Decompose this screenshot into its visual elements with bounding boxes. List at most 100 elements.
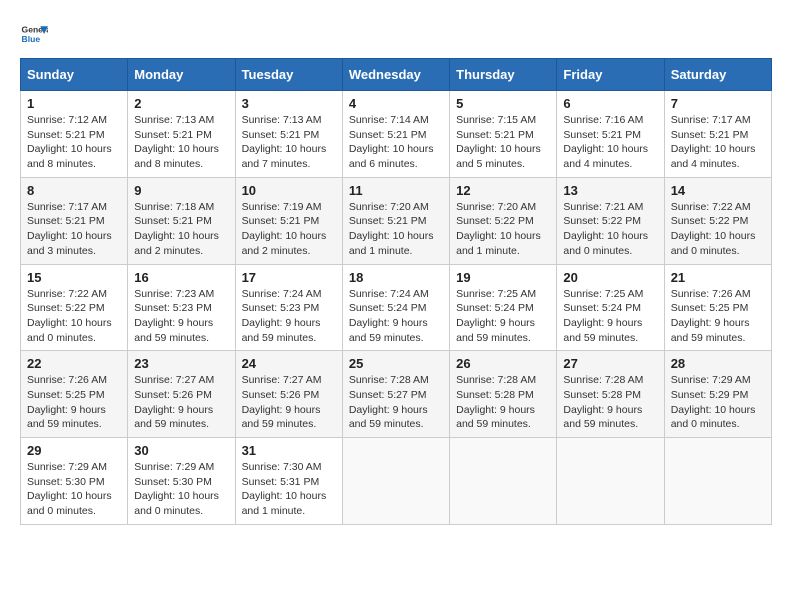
calendar-cell [342,438,449,525]
daylight-label: Daylight: 9 hours and 59 minutes. [349,317,428,344]
calendar-cell: 14 Sunrise: 7:22 AM Sunset: 5:22 PM Dayl… [664,177,771,264]
day-info: Sunrise: 7:28 AM Sunset: 5:28 PM Dayligh… [563,373,657,432]
sunrise-label: Sunrise: 7:28 AM [563,374,643,386]
sunset-label: Sunset: 5:24 PM [563,302,641,314]
week-row-4: 22 Sunrise: 7:26 AM Sunset: 5:25 PM Dayl… [21,351,772,438]
day-info: Sunrise: 7:24 AM Sunset: 5:24 PM Dayligh… [349,287,443,346]
calendar-cell: 8 Sunrise: 7:17 AM Sunset: 5:21 PM Dayli… [21,177,128,264]
sunrise-label: Sunrise: 7:25 AM [456,288,536,300]
sunrise-label: Sunrise: 7:22 AM [671,201,751,213]
day-header-monday: Monday [128,59,235,91]
daylight-label: Daylight: 10 hours and 3 minutes. [27,230,112,257]
day-number: 2 [134,96,228,111]
day-number: 11 [349,183,443,198]
sunset-label: Sunset: 5:21 PM [349,129,427,141]
day-info: Sunrise: 7:22 AM Sunset: 5:22 PM Dayligh… [27,287,121,346]
calendar-cell: 21 Sunrise: 7:26 AM Sunset: 5:25 PM Dayl… [664,264,771,351]
sunset-label: Sunset: 5:21 PM [134,129,212,141]
sunrise-label: Sunrise: 7:27 AM [134,374,214,386]
daylight-label: Daylight: 9 hours and 59 minutes. [134,317,213,344]
day-number: 29 [27,443,121,458]
day-number: 26 [456,356,550,371]
calendar-cell: 9 Sunrise: 7:18 AM Sunset: 5:21 PM Dayli… [128,177,235,264]
day-header-friday: Friday [557,59,664,91]
calendar-cell: 17 Sunrise: 7:24 AM Sunset: 5:23 PM Dayl… [235,264,342,351]
daylight-label: Daylight: 10 hours and 1 minute. [456,230,541,257]
calendar-body: 1 Sunrise: 7:12 AM Sunset: 5:21 PM Dayli… [21,91,772,525]
calendar-cell: 27 Sunrise: 7:28 AM Sunset: 5:28 PM Dayl… [557,351,664,438]
sunrise-label: Sunrise: 7:19 AM [242,201,322,213]
day-info: Sunrise: 7:29 AM Sunset: 5:30 PM Dayligh… [27,460,121,519]
day-header-saturday: Saturday [664,59,771,91]
sunset-label: Sunset: 5:21 PM [27,215,105,227]
daylight-label: Daylight: 10 hours and 4 minutes. [671,143,756,170]
day-number: 8 [27,183,121,198]
day-number: 12 [456,183,550,198]
day-info: Sunrise: 7:29 AM Sunset: 5:30 PM Dayligh… [134,460,228,519]
sunrise-label: Sunrise: 7:18 AM [134,201,214,213]
day-info: Sunrise: 7:27 AM Sunset: 5:26 PM Dayligh… [134,373,228,432]
day-number: 30 [134,443,228,458]
day-info: Sunrise: 7:22 AM Sunset: 5:22 PM Dayligh… [671,200,765,259]
sunrise-label: Sunrise: 7:29 AM [671,374,751,386]
day-number: 20 [563,270,657,285]
daylight-label: Daylight: 9 hours and 59 minutes. [134,404,213,431]
day-number: 3 [242,96,336,111]
calendar-cell [557,438,664,525]
week-row-2: 8 Sunrise: 7:17 AM Sunset: 5:21 PM Dayli… [21,177,772,264]
daylight-label: Daylight: 9 hours and 59 minutes. [242,404,321,431]
sunset-label: Sunset: 5:26 PM [242,389,320,401]
sunrise-label: Sunrise: 7:22 AM [27,288,107,300]
day-info: Sunrise: 7:30 AM Sunset: 5:31 PM Dayligh… [242,460,336,519]
calendar-cell: 11 Sunrise: 7:20 AM Sunset: 5:21 PM Dayl… [342,177,449,264]
day-number: 23 [134,356,228,371]
day-number: 4 [349,96,443,111]
sunrise-label: Sunrise: 7:27 AM [242,374,322,386]
day-header-thursday: Thursday [450,59,557,91]
week-row-3: 15 Sunrise: 7:22 AM Sunset: 5:22 PM Dayl… [21,264,772,351]
sunset-label: Sunset: 5:22 PM [671,215,749,227]
day-number: 27 [563,356,657,371]
sunset-label: Sunset: 5:24 PM [349,302,427,314]
day-info: Sunrise: 7:12 AM Sunset: 5:21 PM Dayligh… [27,113,121,172]
day-number: 1 [27,96,121,111]
sunrise-label: Sunrise: 7:13 AM [134,114,214,126]
day-info: Sunrise: 7:16 AM Sunset: 5:21 PM Dayligh… [563,113,657,172]
day-info: Sunrise: 7:13 AM Sunset: 5:21 PM Dayligh… [242,113,336,172]
sunset-label: Sunset: 5:21 PM [456,129,534,141]
daylight-label: Daylight: 10 hours and 0 minutes. [134,490,219,517]
day-info: Sunrise: 7:25 AM Sunset: 5:24 PM Dayligh… [456,287,550,346]
sunset-label: Sunset: 5:21 PM [134,215,212,227]
day-info: Sunrise: 7:26 AM Sunset: 5:25 PM Dayligh… [27,373,121,432]
sunset-label: Sunset: 5:22 PM [27,302,105,314]
calendar-cell: 7 Sunrise: 7:17 AM Sunset: 5:21 PM Dayli… [664,91,771,178]
calendar-cell: 23 Sunrise: 7:27 AM Sunset: 5:26 PM Dayl… [128,351,235,438]
daylight-label: Daylight: 10 hours and 0 minutes. [563,230,648,257]
calendar-cell: 12 Sunrise: 7:20 AM Sunset: 5:22 PM Dayl… [450,177,557,264]
day-number: 25 [349,356,443,371]
calendar-cell: 1 Sunrise: 7:12 AM Sunset: 5:21 PM Dayli… [21,91,128,178]
sunset-label: Sunset: 5:26 PM [134,389,212,401]
daylight-label: Daylight: 10 hours and 1 minute. [349,230,434,257]
sunset-label: Sunset: 5:30 PM [27,476,105,488]
day-number: 28 [671,356,765,371]
sunrise-label: Sunrise: 7:29 AM [27,461,107,473]
calendar-cell: 5 Sunrise: 7:15 AM Sunset: 5:21 PM Dayli… [450,91,557,178]
calendar-cell: 26 Sunrise: 7:28 AM Sunset: 5:28 PM Dayl… [450,351,557,438]
calendar-cell [450,438,557,525]
sunset-label: Sunset: 5:22 PM [456,215,534,227]
day-info: Sunrise: 7:24 AM Sunset: 5:23 PM Dayligh… [242,287,336,346]
sunrise-label: Sunrise: 7:30 AM [242,461,322,473]
day-info: Sunrise: 7:20 AM Sunset: 5:22 PM Dayligh… [456,200,550,259]
calendar-cell: 10 Sunrise: 7:19 AM Sunset: 5:21 PM Dayl… [235,177,342,264]
sunset-label: Sunset: 5:28 PM [456,389,534,401]
calendar-cell: 18 Sunrise: 7:24 AM Sunset: 5:24 PM Dayl… [342,264,449,351]
day-info: Sunrise: 7:14 AM Sunset: 5:21 PM Dayligh… [349,113,443,172]
sunset-label: Sunset: 5:25 PM [671,302,749,314]
sunset-label: Sunset: 5:21 PM [563,129,641,141]
daylight-label: Daylight: 10 hours and 0 minutes. [27,317,112,344]
sunset-label: Sunset: 5:23 PM [242,302,320,314]
day-info: Sunrise: 7:27 AM Sunset: 5:26 PM Dayligh… [242,373,336,432]
day-number: 18 [349,270,443,285]
sunset-label: Sunset: 5:25 PM [27,389,105,401]
